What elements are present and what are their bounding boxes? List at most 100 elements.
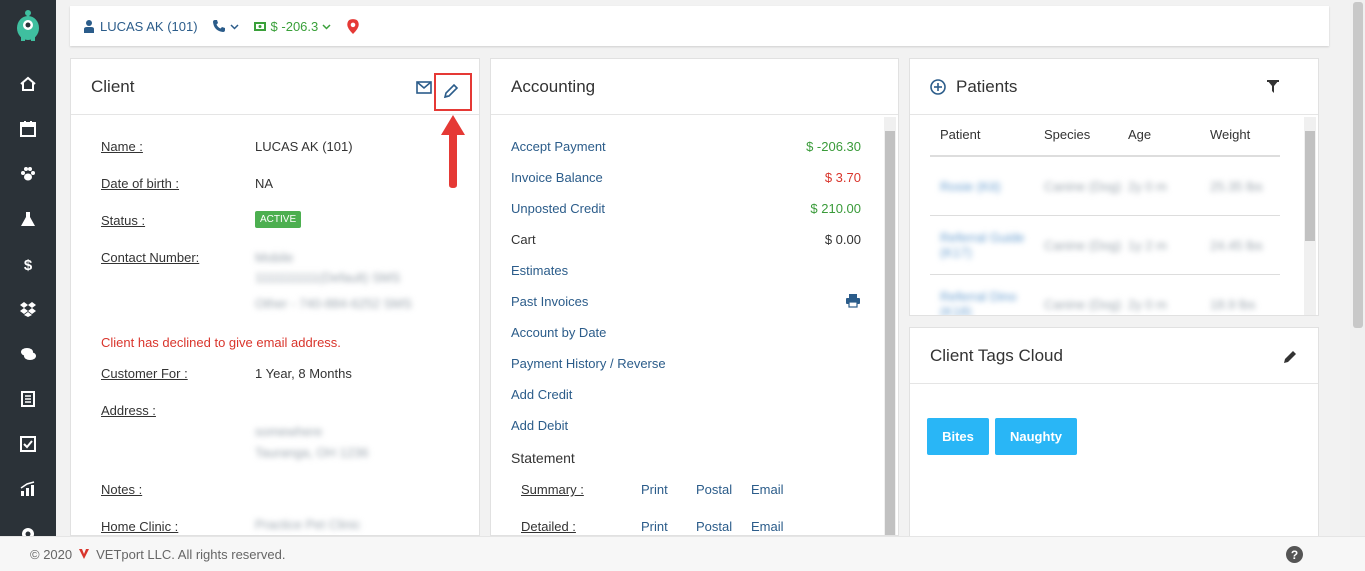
column-header[interactable]: Age xyxy=(1128,127,1210,155)
patients-table: Patient Species Age Weight Rosie (Kit) C… xyxy=(930,127,1280,315)
pencil-icon[interactable] xyxy=(1282,349,1298,365)
calendar-icon[interactable] xyxy=(0,111,56,147)
accept-payment-value: $ -206.30 xyxy=(806,139,861,154)
add-debit-link[interactable]: Add Debit xyxy=(511,418,568,433)
patient-age: 2y 0 m xyxy=(1128,296,1168,312)
unposted-credit-value: $ 210.00 xyxy=(810,201,861,216)
column-header[interactable]: Patient xyxy=(930,127,1044,155)
table-row[interactable]: Rosie (Kit) Canine (Dog) 2y 0 m 25.35 lb… xyxy=(930,157,1280,216)
estimates-link[interactable]: Estimates xyxy=(511,263,568,278)
filter-icon[interactable] xyxy=(1266,79,1280,94)
patient-name[interactable]: Referral Guide (K17) xyxy=(930,230,1044,260)
patient-weight: 24.45 lbs xyxy=(1210,237,1263,253)
document-icon[interactable] xyxy=(0,381,56,417)
patient-species: Canine (Dog) xyxy=(1044,237,1122,253)
phone-dropdown[interactable] xyxy=(212,19,239,33)
dob-value: NA xyxy=(255,176,274,191)
invoice-balance-link[interactable]: Invoice Balance xyxy=(511,170,603,185)
patient-species: Canine (Dog) xyxy=(1044,296,1122,312)
accounting-scrollbar[interactable] xyxy=(884,117,896,535)
accounting-panel: Accounting Accept Payment $ -206.30 Invo… xyxy=(490,58,899,536)
printer-icon[interactable] xyxy=(845,293,861,308)
chart-icon[interactable] xyxy=(0,471,56,507)
accept-payment-link[interactable]: Accept Payment xyxy=(511,139,606,154)
patient-name[interactable]: Referral Dino (K18) xyxy=(930,289,1044,315)
copyright-year: © 2020 xyxy=(30,546,73,562)
checkbox-icon[interactable] xyxy=(0,426,56,462)
account-by-date-link[interactable]: Account by Date xyxy=(511,325,606,340)
detailed-label: Detailed : xyxy=(521,519,576,534)
tags-panel-header: Client Tags Cloud xyxy=(910,328,1318,384)
summary-email-link[interactable]: Email xyxy=(751,482,784,497)
chevron-down-icon xyxy=(230,23,239,30)
patient-species: Canine (Dog) xyxy=(1044,178,1122,194)
footer: © 2020 VETport LLC. All rights reserved.… xyxy=(0,536,1365,571)
chat-icon[interactable] xyxy=(0,336,56,372)
money-icon xyxy=(253,22,266,31)
invoice-balance-value: $ 3.70 xyxy=(824,170,861,185)
scroll-thumb[interactable] xyxy=(1305,131,1315,241)
phone-icon xyxy=(212,20,225,32)
patient-weight: 18.9 lbs xyxy=(1210,296,1256,312)
svg-text:$: $ xyxy=(24,257,33,273)
statement-heading: Statement xyxy=(511,450,575,466)
balance-dropdown[interactable]: $ -206.3 xyxy=(253,19,332,34)
summary-print-link[interactable]: Print xyxy=(641,482,668,497)
flask-icon[interactable] xyxy=(0,201,56,237)
address-line: Tauranga, OH 1236 xyxy=(255,445,369,460)
detailed-print-link[interactable]: Print xyxy=(641,519,668,534)
paw-icon[interactable] xyxy=(0,156,56,192)
logo-icon[interactable] xyxy=(12,8,44,42)
patient-age: 1y 2 m xyxy=(1128,237,1168,253)
add-credit-link[interactable]: Add Credit xyxy=(511,387,572,402)
client-selector[interactable]: LUCAS AK (101) xyxy=(82,19,198,34)
detailed-email-link[interactable]: Email xyxy=(751,519,784,534)
payment-history-link[interactable]: Payment History / Reverse xyxy=(511,356,666,371)
column-header[interactable]: Weight xyxy=(1210,127,1280,155)
envelope-icon[interactable] xyxy=(416,81,432,94)
patients-panel-header: Patients xyxy=(910,59,1318,115)
client-tags-panel: Client Tags Cloud Bites Naughty xyxy=(909,327,1319,537)
patients-panel-title: Patients xyxy=(956,76,1018,96)
client-name: LUCAS AK (101) xyxy=(100,18,198,34)
name-label: Name : xyxy=(101,139,143,154)
add-circle-icon[interactable] xyxy=(930,78,946,95)
balance-value: $ -206.3 xyxy=(270,18,319,34)
detailed-postal-link[interactable]: Postal xyxy=(696,519,732,534)
scroll-thumb[interactable] xyxy=(885,131,895,535)
contact-line[interactable]: Other - 740-884-6252 SMS xyxy=(255,296,412,311)
dollar-icon[interactable]: $ xyxy=(0,246,56,282)
tag-chip[interactable]: Bites xyxy=(927,418,989,455)
unposted-credit-link[interactable]: Unposted Credit xyxy=(511,201,605,216)
contact-line[interactable]: 1111111111(Default) SMS xyxy=(255,270,400,285)
cart-label: Cart xyxy=(511,232,536,247)
summary-label: Summary : xyxy=(521,482,584,497)
edit-highlight-box xyxy=(434,73,472,111)
status-badge: ACTIVE xyxy=(255,211,302,228)
address-line: somewhere xyxy=(255,424,323,439)
client-panel: Client Name : LUCAS AK (101) Date of bir… xyxy=(70,58,480,536)
client-panel-header: Client xyxy=(71,59,479,115)
patients-scrollbar[interactable] xyxy=(1304,117,1316,315)
table-row[interactable]: Referral Guide (K17) Canine (Dog) 1y 2 m… xyxy=(930,216,1280,275)
dob-label: Date of birth : xyxy=(101,176,180,191)
table-header: Patient Species Age Weight xyxy=(930,127,1280,157)
chevron-down-icon xyxy=(322,23,331,30)
patient-name[interactable]: Rosie (Kit) xyxy=(930,179,1044,194)
summary-postal-link[interactable]: Postal xyxy=(696,482,732,497)
scroll-thumb[interactable] xyxy=(1353,2,1363,328)
company-text: VETport LLC. All rights reserved. xyxy=(96,546,286,562)
past-invoices-link[interactable]: Past Invoices xyxy=(511,294,588,309)
column-header[interactable]: Species xyxy=(1044,127,1128,155)
location-button[interactable] xyxy=(345,18,361,34)
arrow-up-icon xyxy=(441,115,465,188)
dropbox-icon[interactable] xyxy=(0,291,56,327)
home-icon[interactable] xyxy=(0,66,56,102)
page-scrollbar[interactable] xyxy=(1350,0,1365,536)
tag-chip[interactable]: Naughty xyxy=(995,418,1077,455)
table-row[interactable]: Referral Dino (K18) Canine (Dog) 2y 0 m … xyxy=(930,275,1280,315)
client-toolbar: LUCAS AK (101) $ -206.3 xyxy=(70,6,1329,46)
help-icon[interactable]: ? xyxy=(1286,546,1303,563)
declined-email-text: Client has declined to give email addres… xyxy=(101,335,341,350)
user-icon xyxy=(84,20,94,33)
